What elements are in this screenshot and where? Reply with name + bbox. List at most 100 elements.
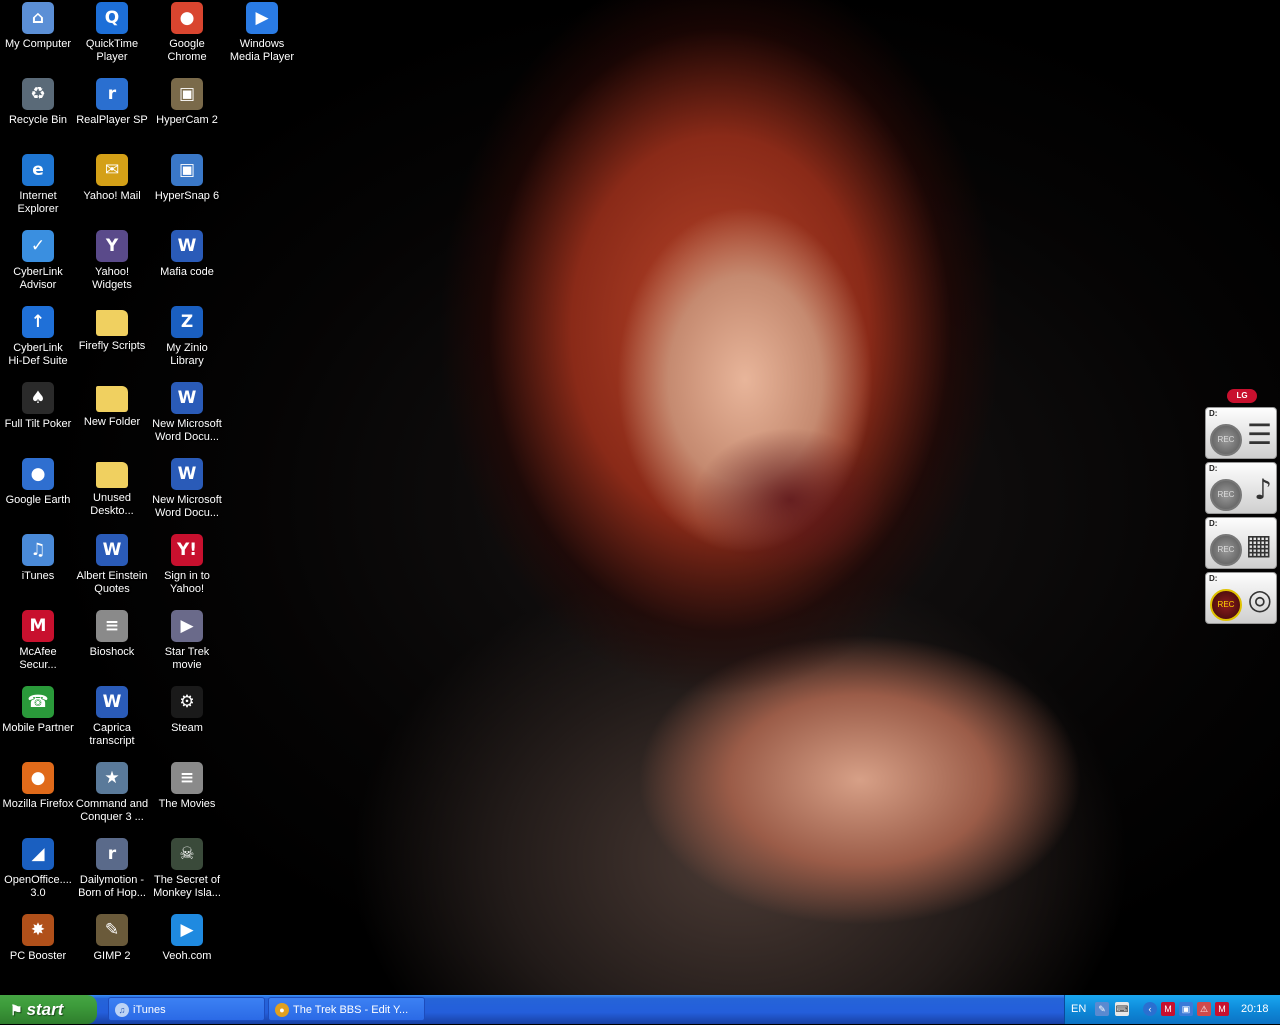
desktop-icon[interactable]: ≡ Bioshock (74, 608, 150, 684)
desktop-icon-label: QuickTime Player (85, 38, 139, 63)
keyboard-icon[interactable]: ⌨ (1115, 1002, 1129, 1016)
desktop-icon[interactable]: M McAfee Secur... (0, 608, 76, 684)
security-alert-icon[interactable]: ⚠ (1197, 1002, 1211, 1016)
desktop-icon[interactable]: ◢ OpenOffice.... 3.0 (0, 836, 76, 912)
desktop-icon[interactable]: W Mafia code (149, 228, 225, 304)
desktop-icon[interactable]: ▶ Star Trek movie (149, 608, 225, 684)
desktop-icon[interactable]: New Folder (74, 380, 150, 456)
full-tilt-poker-icon: ♠ (22, 382, 54, 414)
desktop-icon[interactable]: e Internet Explorer (0, 152, 76, 228)
desktop-icon[interactable]: Y Yahoo! Widgets (74, 228, 150, 304)
desktop-icon-label: Yahoo! Mail (83, 190, 141, 202)
pen-icon[interactable]: ✎ (1095, 1002, 1109, 1016)
desktop-icon-label: New Microsoft Word Docu... (152, 494, 222, 519)
desktop-icon[interactable]: ✉ Yahoo! Mail (74, 152, 150, 228)
my-computer-icon: ⌂ (22, 2, 54, 34)
clock[interactable]: 20:18 (1241, 1003, 1269, 1015)
start-button[interactable]: ⚑ start (0, 995, 97, 1024)
rec-button[interactable]: REC (1210, 589, 1242, 621)
desktop-icon[interactable]: Unused Deskto... (74, 456, 150, 532)
recorder-drive[interactable]: D: REC ◎ (1205, 572, 1277, 624)
media-player-icon: ▶ (246, 2, 278, 34)
desktop-icon[interactable]: r Dailymotion - Born of Hop... (74, 836, 150, 912)
chrome-icon: ● (275, 1003, 289, 1017)
rec-button[interactable]: REC (1210, 479, 1242, 511)
word-document-icon: W (171, 458, 203, 490)
desktop-icon[interactable]: W New Microsoft Word Docu... (149, 380, 225, 456)
desktop-icon[interactable]: ♫ iTunes (0, 532, 76, 608)
desktop-icon[interactable]: ☠ The Secret of Monkey Isla... (149, 836, 225, 912)
wmv-file-icon: ▶ (171, 610, 203, 642)
desktop-icon[interactable]: ✓ CyberLink Advisor (0, 228, 76, 304)
desktop-icon[interactable]: Y! Sign in to Yahoo! (149, 532, 225, 608)
mcafee-tray-icon[interactable]: M (1161, 1002, 1175, 1016)
rec-button[interactable]: REC (1210, 534, 1242, 566)
desktop-icon[interactable]: W Caprica transcript (74, 684, 150, 760)
taskbar-button-chrome[interactable]: ● The Trek BBS - Edit Y... (268, 997, 425, 1021)
openoffice-icon: ◢ (22, 838, 54, 870)
desktop-icon[interactable]: ⚙ Steam (149, 684, 225, 760)
zinio-icon: Z (171, 306, 203, 338)
desktop-icon[interactable]: ↑ CyberLink Hi-Def Suite (0, 304, 76, 380)
desktop-icon[interactable]: ☎ Mobile Partner (0, 684, 76, 760)
desktop-icon[interactable]: Q QuickTime Player (74, 0, 150, 76)
desktop-icon[interactable]: ▣ HyperCam 2 (149, 76, 225, 152)
desktop-icon-label: New Folder (83, 416, 141, 428)
drive-letter: D: (1209, 409, 1218, 418)
desktop-icon[interactable]: ▶ Veoh.com (149, 912, 225, 988)
desktop-icon-label: HyperCam 2 (156, 114, 218, 126)
desktop-icon[interactable]: ♻ Recycle Bin (0, 76, 76, 152)
veoh-icon: ▶ (171, 914, 203, 946)
desktop-icon[interactable]: ✎ GIMP 2 (74, 912, 150, 988)
folder-icon (96, 462, 128, 488)
monkey-island-icon: ☠ (171, 838, 203, 870)
desktop-icon-label: Google Earth (5, 494, 71, 506)
language-indicator[interactable]: EN (1071, 1003, 1086, 1015)
desktop-icon-label: Unused Deskto... (90, 492, 134, 517)
google-earth-icon: ● (22, 458, 54, 490)
itunes-icon: ♫ (22, 534, 54, 566)
steam-icon: ⚙ (171, 686, 203, 718)
system-tray: EN ✎ ⌨ ‹ M ▣ ⚠ M 20:18 (1064, 995, 1280, 1024)
desktop-icon-label: Sign in to Yahoo! (164, 570, 210, 595)
desktop-icon[interactable]: ⌂ My Computer (0, 0, 76, 76)
rec-button[interactable]: REC (1210, 424, 1242, 456)
drive-letter: D: (1209, 574, 1218, 583)
desktop-icon-label: Veoh.com (162, 950, 212, 962)
desktop-icon[interactable]: Z My Zinio Library (149, 304, 225, 380)
desktop-icon[interactable]: ▣ HyperSnap 6 (149, 152, 225, 228)
cyberlink-advisor-icon: ✓ (22, 230, 54, 262)
desktop-icon[interactable]: ● Google Chrome (149, 0, 225, 76)
desktop-icon-label: Windows Media Player (229, 38, 295, 63)
desktop-icon[interactable]: ● Mozilla Firefox (0, 760, 76, 836)
show-hidden-icons-icon[interactable]: ‹ (1143, 1002, 1157, 1016)
realplayer-file-icon: r (96, 838, 128, 870)
desktop-icon[interactable]: ▶ Windows Media Player (224, 0, 300, 76)
desktop-icon[interactable]: W Albert Einstein Quotes (74, 532, 150, 608)
desktop-icon-label: Dailymotion - Born of Hop... (78, 874, 146, 899)
lg-recorder-widget[interactable]: LG D: REC ☰ D: REC ♪ D: REC ▦ D: REC ◎ (1205, 389, 1279, 624)
itunes-icon: ♫ (115, 1003, 129, 1017)
desktop-icon[interactable]: ★ Command and Conquer 3 ... (74, 760, 150, 836)
recorder-drive[interactable]: D: REC ♪ (1205, 462, 1277, 514)
desktop-icon-label: Steam (171, 722, 203, 734)
recorder-drive[interactable]: D: REC ▦ (1205, 517, 1277, 569)
desktop-icon[interactable]: ♠ Full Tilt Poker (0, 380, 76, 456)
chrome-icon: ● (171, 2, 203, 34)
network-icon[interactable]: ▣ (1179, 1002, 1193, 1016)
word-document-icon: W (96, 686, 128, 718)
quicktime-icon: Q (96, 2, 128, 34)
taskbar-button-itunes[interactable]: ♫ iTunes (108, 997, 265, 1021)
mcafee-shield-icon[interactable]: M (1215, 1002, 1229, 1016)
desktop-icon[interactable]: ✸ PC Booster (0, 912, 76, 988)
pc-booster-icon: ✸ (22, 914, 54, 946)
desktop-icon[interactable]: ● Google Earth (0, 456, 76, 532)
desktop-icon-label: Internet Explorer (17, 190, 59, 215)
desktop-icon[interactable]: r RealPlayer SP (74, 76, 150, 152)
hypercam-icon: ▣ (171, 78, 203, 110)
desktop-icon-label: Mozilla Firefox (2, 798, 74, 810)
desktop-icon[interactable]: W New Microsoft Word Docu... (149, 456, 225, 532)
desktop-icon[interactable]: Firefly Scripts (74, 304, 150, 380)
desktop-icon[interactable]: ≡ The Movies (149, 760, 225, 836)
recorder-drive[interactable]: D: REC ☰ (1205, 407, 1277, 459)
